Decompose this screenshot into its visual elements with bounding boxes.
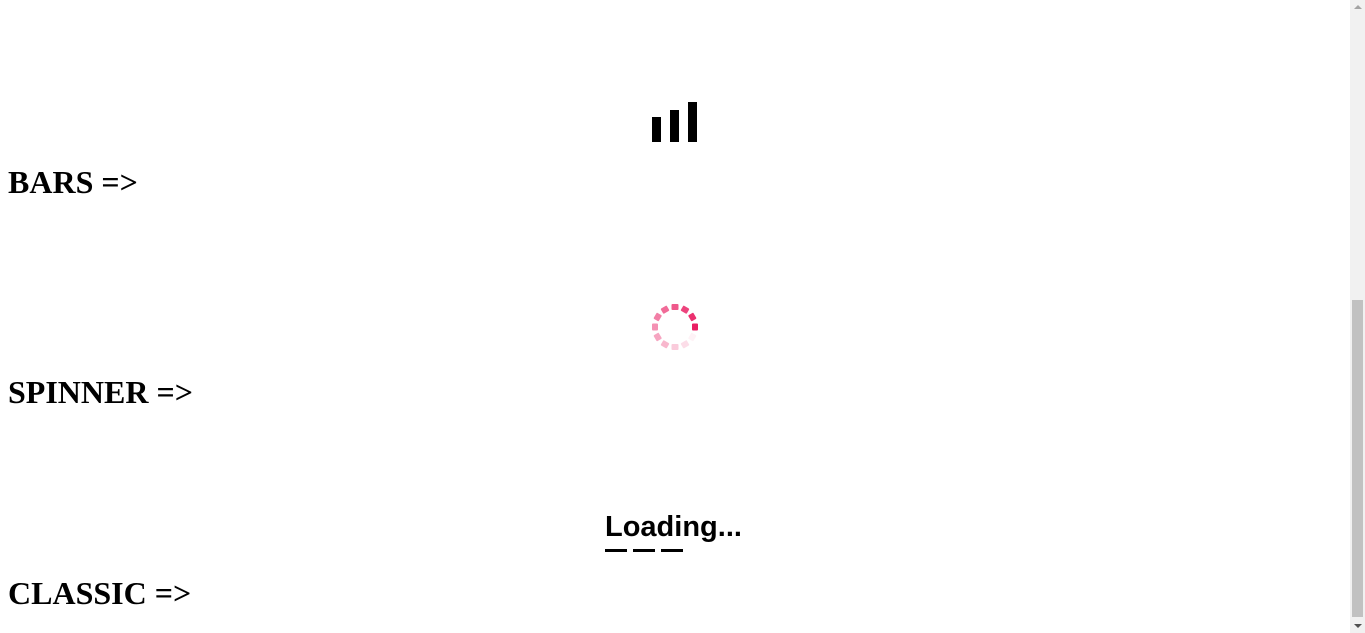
bars-loader-icon [652,102,698,142]
spinner-segment [652,323,658,331]
dash-1 [605,549,627,552]
spinner-segment [671,304,679,310]
scrollbar-thumb[interactable] [1352,300,1363,617]
page-viewport: BARS => SPINNER => Loading... CLASSIC => [0,0,1350,633]
arrow-down-icon[interactable] [1350,619,1365,633]
spinner-segment [660,305,670,314]
loading-text: Loading... [605,511,742,543]
spinner-segment [653,312,662,322]
spinner-segment [653,332,662,342]
dash-3 [661,549,683,552]
spinner-segment [692,323,698,331]
spinner-svg [652,304,698,350]
spinner-loader-icon [650,302,700,352]
spinner-segment [680,340,690,349]
spinner-segment [688,312,697,322]
classic-heading: CLASSIC => [8,575,192,611]
bar-3 [688,102,697,142]
spinner-segment [660,340,670,349]
spinner-segment [671,344,679,350]
arrow-up-icon[interactable] [1350,0,1365,14]
bar-1 [652,117,661,142]
spinner-segment [680,305,690,314]
bars-heading: BARS => [8,164,138,200]
classic-dash-loader-icon: Loading... [605,510,755,556]
dash-2 [633,549,655,552]
spinner-heading: SPINNER => [8,374,193,410]
vertical-scrollbar[interactable] [1350,0,1365,633]
bar-2 [670,110,679,142]
spinner-segment [688,332,697,342]
